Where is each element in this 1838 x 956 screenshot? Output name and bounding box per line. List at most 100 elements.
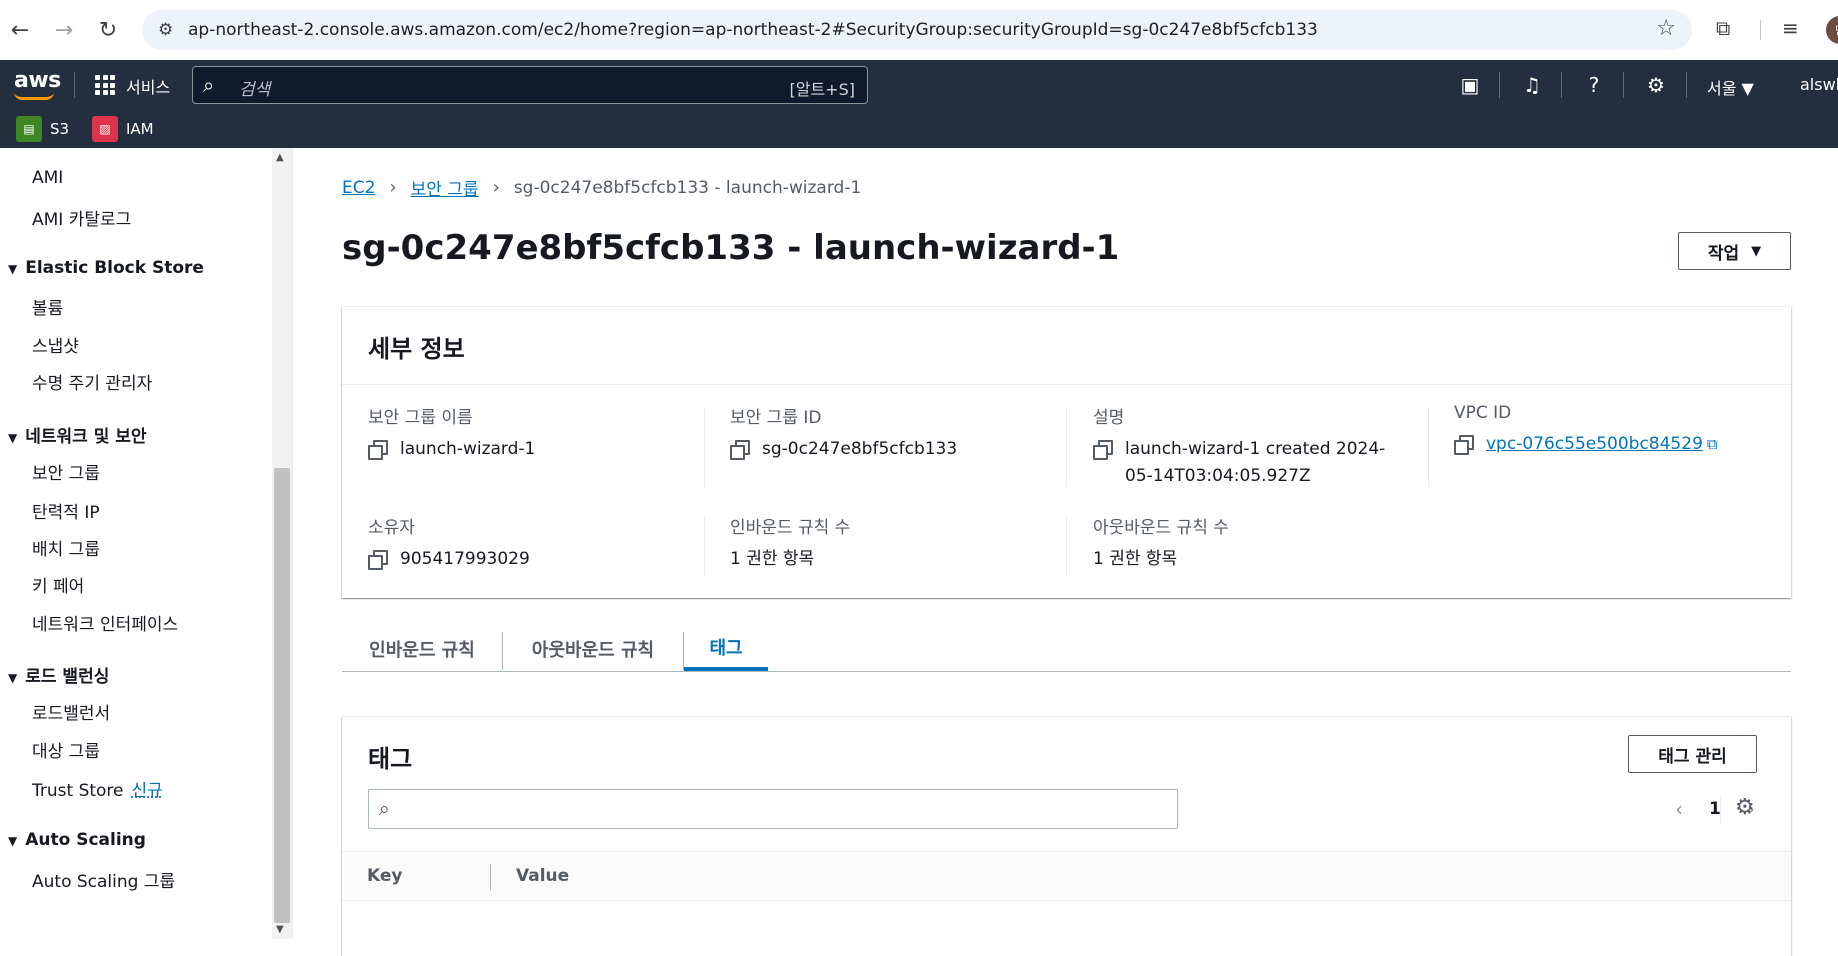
services-grid-icon[interactable] bbox=[95, 75, 115, 95]
settings-gear-icon[interactable]: ⚙ bbox=[1643, 72, 1669, 98]
column-header-value[interactable]: Value bbox=[516, 866, 569, 886]
sidebar-item-trust-store[interactable]: Trust Store 신규 bbox=[32, 776, 163, 801]
external-link-icon[interactable]: ⧉ bbox=[1707, 435, 1718, 453]
services-menu[interactable]: 서비스 bbox=[126, 74, 170, 98]
scroll-up-arrow-icon[interactable]: ▲ bbox=[276, 152, 284, 163]
console-search-input[interactable]: ⌕ 검색 [알트+S] bbox=[192, 66, 868, 104]
description-value: launch-wizard-1 created 2024-05-14T03:04… bbox=[1125, 439, 1386, 486]
tab-tags[interactable]: 태그 bbox=[684, 626, 768, 671]
sidebar-item-target-groups[interactable]: 대상 그룹 bbox=[32, 737, 100, 762]
sidebar-item-volumes[interactable]: 볼륨 bbox=[32, 294, 63, 319]
column-header-key[interactable]: Key bbox=[367, 866, 403, 886]
chevron-left-icon[interactable]: ‹ bbox=[1675, 797, 1683, 821]
sidebar-item-key-pairs[interactable]: 키 페어 bbox=[32, 572, 84, 597]
field-label: 인바운드 규칙 수 bbox=[730, 518, 851, 538]
chevron-right-icon: › bbox=[492, 177, 500, 198]
favorite-iam[interactable]: ▨ IAM bbox=[92, 116, 154, 142]
browser-toolbar: ← → ↻ ⚙ ap-northeast-2.console.aws.amazo… bbox=[0, 0, 1838, 60]
inbound-count-value: 1 권한 항목 bbox=[730, 549, 815, 569]
favorites-bar: ▤ S3 ▨ IAM bbox=[0, 110, 1838, 148]
site-info-icon[interactable]: ⚙ bbox=[158, 20, 173, 40]
sidebar-item-ami[interactable]: AMI bbox=[32, 168, 63, 188]
sidebar-item-snapshots[interactable]: 스냅샷 bbox=[32, 332, 79, 357]
column-divider bbox=[1428, 407, 1429, 487]
aws-console-header: aws 서비스 ⌕ 검색 [알트+S] ▣ ♫ ? ⚙ 서울 ▼ alswl3 … bbox=[0, 60, 1838, 148]
field-label: 보안 그룹 ID bbox=[730, 408, 822, 428]
manage-tags-button[interactable]: 태그 관리 bbox=[1628, 735, 1757, 773]
actions-button[interactable]: 작업 ▼ bbox=[1678, 232, 1791, 270]
vpc-id-link[interactable]: vpc-076c55e500bc84529 bbox=[1486, 434, 1703, 454]
sidebar-item-elastic-ips[interactable]: 탄력적 IP bbox=[32, 498, 100, 523]
aws-top-nav: aws 서비스 ⌕ 검색 [알트+S] ▣ ♫ ? ⚙ 서울 ▼ alswl3 bbox=[0, 60, 1838, 110]
field-inbound-count: 인바운드 규칙 수 1 권한 항목 bbox=[730, 513, 850, 573]
table-settings-gear-icon[interactable]: ⚙ bbox=[1735, 795, 1755, 820]
profile-avatar[interactable]: 민 bbox=[1826, 16, 1838, 44]
sidebar-section-ebs[interactable]: ▼ Elastic Block Store bbox=[8, 258, 204, 278]
back-arrow-icon[interactable]: ← bbox=[6, 16, 34, 44]
favorite-label: S3 bbox=[50, 120, 70, 138]
tab-inbound-rules[interactable]: 인바운드 규칙 bbox=[342, 626, 502, 671]
caret-down-icon: ▼ bbox=[8, 671, 18, 685]
sidebar-section-network-security[interactable]: ▼ 네트워크 및 보안 bbox=[8, 422, 147, 447]
sidebar-item-placement-groups[interactable]: 배치 그룹 bbox=[32, 535, 100, 560]
address-bar[interactable]: ⚙ ap-northeast-2.console.aws.amazon.com/… bbox=[142, 10, 1692, 50]
reload-icon[interactable]: ↻ bbox=[94, 16, 122, 44]
field-label: 소유자 bbox=[368, 518, 415, 538]
column-divider bbox=[704, 407, 705, 487]
region-selector[interactable]: 서울 ▼ bbox=[1707, 75, 1754, 99]
sidebar-item-security-groups[interactable]: 보안 그룹 bbox=[32, 459, 100, 484]
breadcrumb-ec2[interactable]: EC2 bbox=[342, 178, 375, 198]
sidebar-item-auto-scaling-groups[interactable]: Auto Scaling 그룹 bbox=[32, 867, 175, 892]
field-label: 설명 bbox=[1093, 408, 1125, 428]
copy-icon[interactable] bbox=[730, 440, 750, 460]
forward-arrow-icon[interactable]: → bbox=[50, 16, 78, 44]
copy-icon[interactable] bbox=[368, 550, 388, 570]
media-queue-icon[interactable]: ≡ bbox=[1782, 16, 1799, 40]
search-placeholder: 검색 bbox=[239, 80, 271, 100]
header-divider bbox=[1686, 72, 1687, 98]
sidebar-scrollbar-thumb[interactable] bbox=[274, 468, 290, 923]
tab-outbound-rules[interactable]: 아웃바운드 규칙 bbox=[503, 626, 683, 671]
sidebar-item-network-interfaces[interactable]: 네트워크 인터페이스 bbox=[32, 610, 178, 635]
field-label: 보안 그룹 이름 bbox=[368, 408, 473, 428]
breadcrumb-security-groups[interactable]: 보안 그룹 bbox=[411, 175, 479, 200]
sidebar-item-ami-catalog[interactable]: AMI 카탈로그 bbox=[32, 205, 131, 230]
scroll-down-arrow-icon[interactable]: ▼ bbox=[276, 924, 284, 935]
url-text[interactable]: ap-northeast-2.console.aws.amazon.com/ec… bbox=[188, 20, 1318, 40]
tag-search-input[interactable]: ⌕ bbox=[368, 789, 1178, 829]
sidebar-item-lifecycle-manager[interactable]: 수명 주기 관리자 bbox=[32, 369, 152, 394]
pagination-divider bbox=[1720, 795, 1721, 825]
extensions-icon[interactable]: ⧉ bbox=[1716, 16, 1730, 40]
tags-table-header: Key Value bbox=[342, 851, 1791, 901]
cloudshell-icon[interactable]: ▣ bbox=[1457, 72, 1483, 98]
copy-icon[interactable] bbox=[368, 440, 388, 460]
favorite-s3[interactable]: ▤ S3 bbox=[16, 116, 69, 142]
details-panel: 세부 정보 보안 그룹 이름 launch-wizard-1 보안 그룹 ID … bbox=[342, 306, 1791, 598]
field-sg-id: 보안 그룹 ID sg-0c247e8bf5cfcb133 bbox=[730, 403, 957, 463]
sidebar-item-load-balancers[interactable]: 로드밸런서 bbox=[32, 699, 110, 724]
field-outbound-count: 아웃바운드 규칙 수 1 권한 항목 bbox=[1093, 513, 1229, 573]
bookmark-star-icon[interactable]: ☆ bbox=[1656, 16, 1676, 41]
column-divider bbox=[1066, 517, 1067, 577]
notifications-bell-icon[interactable]: ♫ bbox=[1519, 72, 1545, 98]
sidebar-section-load-balancing[interactable]: ▼ 로드 밸런싱 bbox=[8, 662, 109, 687]
help-icon[interactable]: ? bbox=[1581, 72, 1607, 98]
sidebar-section-auto-scaling[interactable]: ▼ Auto Scaling bbox=[8, 830, 146, 850]
field-description: 설명 launch-wizard-1 created 2024-05-14T03… bbox=[1093, 403, 1393, 490]
page-title: sg-0c247e8bf5cfcb133 - launch-wizard-1 bbox=[342, 228, 1120, 268]
column-divider bbox=[1066, 407, 1067, 487]
copy-icon[interactable] bbox=[1093, 440, 1113, 460]
column-resize-handle[interactable] bbox=[490, 864, 491, 890]
chevron-right-icon: › bbox=[389, 177, 397, 198]
header-divider bbox=[1623, 72, 1624, 98]
sidebar-section-title: Elastic Block Store bbox=[25, 258, 204, 278]
iam-lock-icon: ▨ bbox=[92, 116, 118, 142]
sidebar-section-title: Auto Scaling bbox=[25, 830, 146, 850]
field-sg-name: 보안 그룹 이름 launch-wizard-1 bbox=[368, 403, 535, 463]
field-label: 아웃바운드 규칙 수 bbox=[1093, 518, 1229, 538]
header-divider bbox=[1561, 72, 1562, 98]
aws-logo[interactable]: aws bbox=[14, 68, 61, 93]
favorite-label: IAM bbox=[126, 120, 154, 138]
copy-icon[interactable] bbox=[1454, 435, 1474, 455]
account-menu[interactable]: alswl3 bbox=[1800, 75, 1838, 94]
